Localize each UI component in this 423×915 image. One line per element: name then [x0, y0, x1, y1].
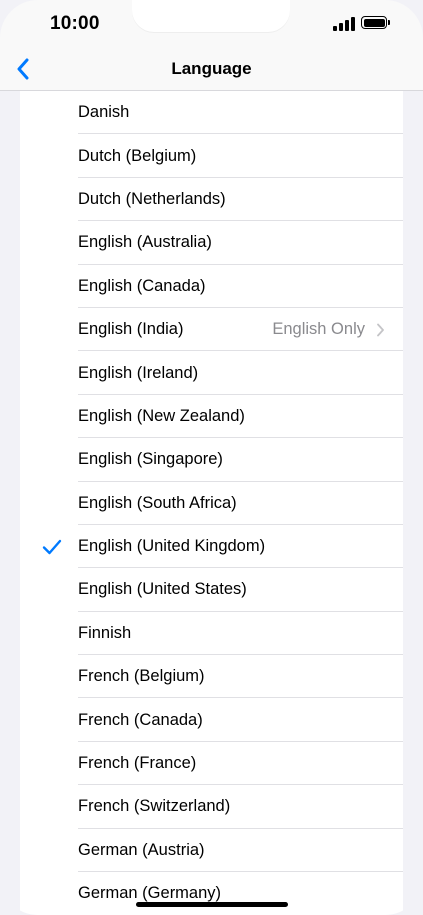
phone-screen: 10:00 Language Danish Dutch (Belgium) Dutc… — [0, 0, 423, 915]
language-row[interactable]: Dutch (Netherlands) — [20, 178, 403, 222]
language-row[interactable]: Finnish — [20, 612, 403, 656]
language-label: French (France) — [78, 754, 197, 773]
language-row[interactable]: English (United Kingdom) — [20, 525, 403, 569]
language-row[interactable]: English (New Zealand) — [20, 395, 403, 439]
language-row[interactable]: French (France) — [20, 742, 403, 786]
language-detail: English Only — [272, 320, 365, 339]
language-list: Danish Dutch (Belgium) Dutch (Netherlands)… — [20, 91, 403, 915]
navigation-bar: Language — [0, 50, 423, 91]
language-label: English (United Kingdom) — [78, 537, 266, 556]
language-row[interactable]: English (Australia) — [20, 221, 403, 265]
language-label: French (Switzerland) — [78, 797, 231, 816]
language-label: German (Germany) — [78, 884, 222, 903]
language-label: French (Belgium) — [78, 667, 205, 686]
cellular-signal-icon — [333, 17, 355, 31]
language-row[interactable]: English (Ireland) — [20, 351, 403, 395]
battery-icon — [361, 16, 390, 29]
language-label: English (India) — [78, 320, 184, 339]
language-row[interactable]: English (Canada) — [20, 265, 403, 308]
language-row[interactable]: French (Canada) — [20, 698, 403, 742]
language-label: English (New Zealand) — [78, 406, 245, 425]
language-label: Finnish — [78, 623, 132, 642]
language-row[interactable]: English (India) English Only — [20, 308, 403, 352]
language-row[interactable]: Dutch (Belgium) — [20, 134, 403, 178]
language-label: English (United States) — [78, 580, 247, 599]
language-row[interactable]: French (Belgium) — [20, 655, 403, 699]
language-label: English (Canada) — [78, 276, 206, 295]
language-label: English (Australia) — [78, 233, 212, 252]
language-row[interactable]: English (South Africa) — [20, 482, 403, 525]
checkmark-icon — [42, 539, 62, 554]
language-row[interactable]: German (Austria) — [20, 829, 403, 873]
language-row[interactable]: Danish — [20, 91, 403, 135]
language-label: French (Canada) — [78, 710, 203, 729]
language-label: Dutch (Netherlands) — [78, 189, 226, 208]
notch — [132, 0, 290, 32]
language-label: Dutch (Belgium) — [78, 146, 197, 165]
status-time: 10:00 — [50, 13, 100, 34]
chevron-right-icon — [377, 323, 384, 337]
language-row[interactable]: French (Switzerland) — [20, 785, 403, 829]
language-row[interactable]: German (Germany) — [20, 872, 403, 915]
language-row[interactable]: English (Singapore) — [20, 438, 403, 482]
page-title: Language — [171, 59, 252, 78]
home-indicator — [136, 902, 288, 907]
language-label: Danish — [78, 103, 130, 122]
language-label: English (Singapore) — [78, 450, 223, 469]
language-label: English (South Africa) — [78, 493, 237, 512]
language-label: English (Ireland) — [78, 363, 199, 382]
language-label: German (Austria) — [78, 840, 205, 859]
status-bar: 10:00 — [0, 0, 423, 50]
language-row[interactable]: English (United States) — [20, 568, 403, 612]
